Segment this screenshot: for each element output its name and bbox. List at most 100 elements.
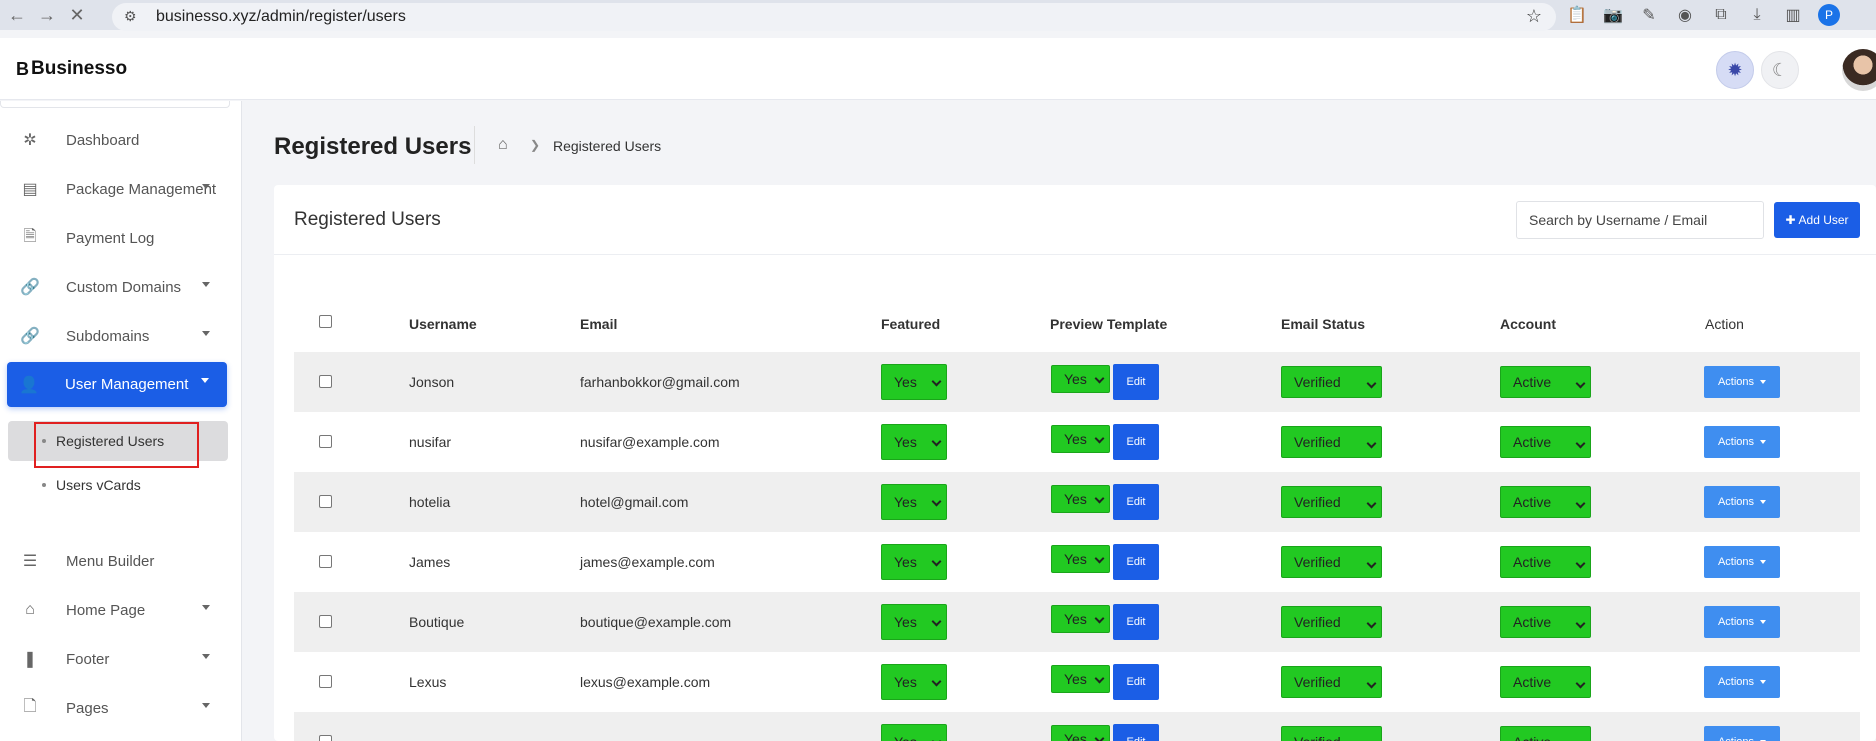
chevron-down-icon	[1094, 493, 1105, 504]
chevron-down-icon	[1094, 433, 1105, 444]
site-settings-icon[interactable]: ⚙	[124, 8, 142, 26]
email-status-select[interactable]: Verified	[1281, 606, 1382, 638]
row-checkbox[interactable]	[319, 375, 332, 388]
actions-dropdown-button[interactable]: Actions	[1704, 366, 1780, 398]
select-all-checkbox[interactable]	[319, 315, 332, 328]
back-icon[interactable]: ←	[4, 2, 30, 28]
account-status-select[interactable]: Active	[1500, 366, 1591, 398]
sidebar-subitem-users-vcards[interactable]: Users vCards	[8, 465, 228, 505]
actions-dropdown-button[interactable]: Actions	[1704, 426, 1780, 458]
preview-template-select[interactable]: Yes	[1051, 545, 1110, 573]
featured-select[interactable]: Yes	[881, 604, 947, 640]
email-status-select[interactable]: Verified	[1281, 426, 1382, 458]
edit-template-button[interactable]: Edit	[1113, 484, 1159, 520]
edit-template-button[interactable]: Edit	[1113, 424, 1159, 460]
preview-template-value: Yes	[1064, 551, 1087, 567]
actions-dropdown-button[interactable]: Actions	[1704, 726, 1780, 741]
caret-down-icon	[202, 654, 210, 659]
preview-template-select[interactable]: Yes	[1051, 605, 1110, 633]
account-status-select[interactable]: Active	[1500, 666, 1591, 698]
sidebar-item-subdomains[interactable]: 🔗 Subdomains	[8, 315, 228, 357]
breadcrumb-home-icon[interactable]: ⌂	[498, 136, 508, 154]
featured-select[interactable]: Yes	[881, 724, 947, 741]
featured-select[interactable]: Yes	[881, 364, 947, 400]
preview-template-select[interactable]: Yes	[1051, 425, 1110, 453]
email-status-select[interactable]: Verified	[1281, 726, 1382, 741]
email-cell: james@example.com	[580, 554, 715, 570]
logo[interactable]: B Businesso	[16, 58, 127, 80]
column-header-username: Username	[409, 316, 477, 332]
actions-dropdown-button[interactable]: Actions	[1704, 486, 1780, 518]
row-checkbox[interactable]	[319, 555, 332, 568]
download-icon[interactable]: ⤓	[1746, 4, 1768, 26]
actions-dropdown-button[interactable]: Actions	[1704, 546, 1780, 578]
email-status-select[interactable]: Verified	[1281, 486, 1382, 518]
sidebar-item-footer[interactable]: ❚ Footer	[8, 638, 228, 680]
camera-extension-icon[interactable]: 📷	[1602, 4, 1624, 26]
url-text: businesso.xyz/admin/register/users	[156, 8, 406, 25]
add-user-button[interactable]: ✚ Add User	[1774, 202, 1860, 238]
row-checkbox[interactable]	[319, 675, 332, 688]
sidebar-item-home-page[interactable]: ⌂ Home Page	[8, 589, 228, 631]
email-status-select[interactable]: Verified	[1281, 366, 1382, 398]
featured-value: Yes	[894, 434, 917, 450]
edit-template-button[interactable]: Edit	[1113, 364, 1159, 400]
row-checkbox[interactable]	[319, 435, 332, 448]
sidebar-item-label: Menu Builder	[66, 552, 155, 570]
puzzle-extensions-icon[interactable]: ⧉	[1710, 4, 1732, 26]
actions-dropdown-button[interactable]: Actions	[1704, 666, 1780, 698]
light-theme-button[interactable]: ✹	[1716, 51, 1754, 89]
account-status-select[interactable]: Active	[1500, 426, 1591, 458]
edit-template-button[interactable]: Edit	[1113, 664, 1159, 700]
sidebar-item-payment-log[interactable]: 🗎 Payment Log	[8, 217, 228, 259]
account-status-select[interactable]: Active	[1500, 606, 1591, 638]
actions-dropdown-button[interactable]: Actions	[1704, 606, 1780, 638]
sidebar-item-label: Dashboard	[66, 131, 140, 149]
stop-loading-icon[interactable]: ✕	[64, 2, 90, 28]
row-checkbox[interactable]	[319, 615, 332, 628]
featured-select[interactable]: Yes	[881, 484, 947, 520]
browser-profile-avatar[interactable]: P	[1818, 4, 1840, 26]
sun-icon: ✹	[1727, 59, 1743, 80]
edit-template-button[interactable]: Edit	[1113, 544, 1159, 580]
sidebar-item-user-management[interactable]: 👤 User Management	[7, 362, 227, 407]
edit-template-button[interactable]: Edit	[1113, 724, 1159, 741]
color-picker-extension-icon[interactable]: ◉	[1674, 4, 1696, 26]
account-status-select[interactable]: Active	[1500, 486, 1591, 518]
preview-template-select[interactable]: Yes	[1051, 365, 1110, 393]
forward-icon[interactable]: →	[34, 2, 60, 28]
clipboard-extension-icon[interactable]: 📋	[1566, 4, 1588, 26]
sidebar-item-label: Payment Log	[66, 229, 155, 247]
pen-extension-icon[interactable]: ✎	[1638, 4, 1660, 26]
sidebar-item-dashboard[interactable]: ✲ Dashboard	[8, 119, 228, 161]
bookmark-star-icon[interactable]: ☆	[1526, 6, 1542, 27]
email-status-select[interactable]: Verified	[1281, 546, 1382, 578]
logo-text: Businesso	[31, 58, 128, 79]
account-status-select[interactable]: Active	[1500, 726, 1591, 741]
address-bar[interactable]: ⚙ businesso.xyz/admin/register/users ☆	[112, 3, 1556, 31]
row-checkbox[interactable]	[319, 495, 332, 508]
featured-select[interactable]: Yes	[881, 424, 947, 460]
sidebar-item-menu-builder[interactable]: ☰ Menu Builder	[8, 540, 228, 582]
user-avatar[interactable]	[1842, 49, 1876, 91]
preview-template-select[interactable]: Yes	[1051, 665, 1110, 693]
sidebar-item-custom-domains[interactable]: 🔗 Custom Domains	[8, 266, 228, 308]
sidebar-item-package-management[interactable]: ▤ Package Management	[8, 168, 228, 210]
chevron-down-icon	[931, 376, 942, 387]
preview-template-select[interactable]: Yes	[1051, 485, 1110, 513]
preview-template-select[interactable]: Yes	[1051, 725, 1110, 741]
account-status-select[interactable]: Active	[1500, 546, 1591, 578]
search-input[interactable]	[1516, 201, 1764, 239]
chevron-down-icon	[1366, 498, 1377, 509]
dark-theme-button[interactable]: ☾	[1761, 51, 1799, 89]
featured-select[interactable]: Yes	[881, 544, 947, 580]
edit-template-button[interactable]: Edit	[1113, 604, 1159, 640]
featured-select[interactable]: Yes	[881, 664, 947, 700]
row-checkbox[interactable]	[319, 735, 332, 741]
side-panel-icon[interactable]: ▥	[1782, 4, 1804, 26]
chevron-down-icon	[1366, 618, 1377, 629]
username-cell: nusifar	[409, 434, 452, 450]
email-status-select[interactable]: Verified	[1281, 666, 1382, 698]
receipt-icon: ▤	[22, 181, 38, 198]
sidebar-item-pages[interactable]: 🗋 Pages	[8, 687, 228, 729]
